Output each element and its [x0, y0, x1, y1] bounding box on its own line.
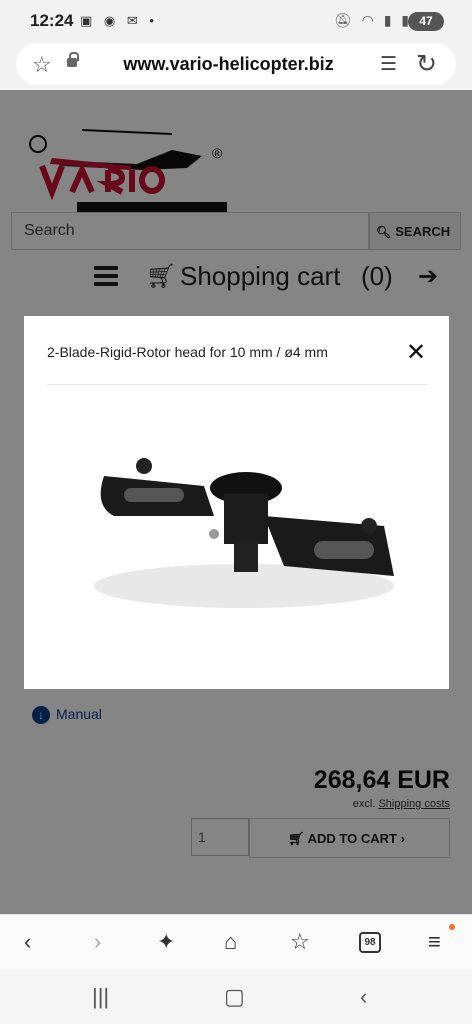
url-text[interactable]: www.vario-helicopter.biz [86, 54, 371, 75]
browser-bottom-nav: ‹ › ✦ ⌂ ☆ 98 ≡ [0, 914, 472, 970]
browser-toolbar: ☆ www.vario-helicopter.biz ☰ ↻ [0, 40, 472, 90]
back-icon[interactable]: ‹ [24, 929, 31, 955]
close-icon[interactable]: ✕ [406, 338, 426, 367]
reload-icon[interactable]: ↻ [416, 49, 437, 79]
address-bar[interactable]: ☆ www.vario-helicopter.biz ☰ ↻ [16, 43, 456, 85]
system-nav-bar: ||| ▢ ‹ [0, 970, 472, 1024]
home-button-icon[interactable]: ▢ [224, 984, 245, 1010]
recent-apps-icon[interactable]: ||| [92, 984, 109, 1010]
rotor-head-image [94, 458, 394, 608]
forward-icon[interactable]: › [94, 929, 101, 955]
notification-icons: ▣ ◉ ✉ • [80, 13, 158, 28]
modal-title: 2-Blade-Rigid-Rotor head for 10 mm / ø4 … [47, 344, 328, 360]
back-button-icon[interactable]: ‹ [360, 984, 367, 1010]
reader-mode-icon[interactable]: ☰ [380, 53, 397, 76]
tabs-counter[interactable]: 98 [359, 932, 381, 953]
modal-divider [47, 384, 427, 385]
notification-dot [449, 924, 455, 930]
menu-icon[interactable]: ≡ [428, 929, 441, 955]
ai-sparkle-icon[interactable]: ✦ [157, 929, 175, 955]
lock-icon[interactable] [67, 52, 79, 67]
bookmarks-icon[interactable]: ☆ [290, 929, 310, 955]
system-status-icons: 🔕︎ ◠ ▮ ▮ [333, 12, 412, 28]
status-time: 12:24 [30, 11, 74, 30]
battery-icon: 47 [408, 12, 444, 31]
status-bar: 12:24 ▣ ◉ ✉ • 🔕︎ ◠ ▮ ▮ 47 [0, 0, 472, 40]
home-icon[interactable]: ⌂ [224, 929, 237, 955]
product-image-modal: 2-Blade-Rigid-Rotor head for 10 mm / ø4 … [24, 316, 449, 689]
bookmark-star-icon[interactable]: ☆ [32, 52, 52, 78]
